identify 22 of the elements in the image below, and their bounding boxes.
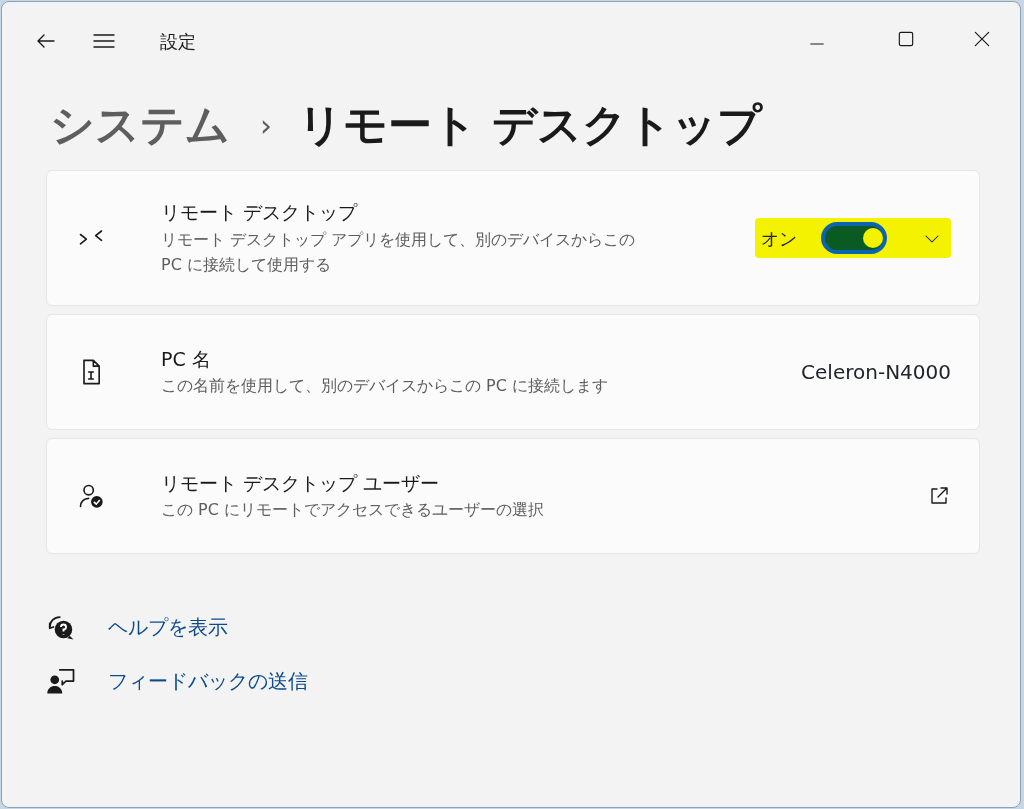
maximize-icon [896, 29, 916, 49]
user-check-icon [77, 482, 105, 510]
setting-card[interactable]: リモート デスクトップ ユーザー この PC にリモートでアクセスできるユーザーの選択 [46, 438, 980, 554]
pc-name-value: Celeron-N4000 [801, 359, 951, 386]
setting-title: リモート デスクトップ ユーザー [161, 470, 441, 496]
setting-card[interactable]: リモート デスクトップ リモート デスクトップ アプリを使用して、別のデバイスからこの PC に接続して使用する オン [46, 170, 980, 306]
setting-description: この名前を使用して、別のデバイスからこの PC に接続します [161, 375, 608, 398]
setting-title: リモート デスクトップ [161, 200, 359, 226]
breadcrumb-separator: › [260, 106, 272, 145]
minimize-icon [810, 42, 824, 45]
page-title: リモート デスクトップ [298, 98, 763, 152]
feedback-icon [46, 666, 76, 696]
setting-description: この PC にリモートでアクセスできるユーザーの選択 [161, 499, 544, 522]
toggle-state-label: オン [761, 226, 797, 251]
toggle-switch[interactable] [821, 222, 887, 254]
close-icon [972, 29, 992, 49]
setting-description: リモート デスクトップ アプリを使用して、別のデバイスからこの PC に接続して使用する [161, 228, 636, 277]
setting-title: PC 名 [161, 346, 212, 372]
help-link[interactable]: ヘルプを表示 [108, 612, 228, 642]
breadcrumb-link[interactable]: システム [50, 92, 230, 158]
feedback-link[interactable]: フィードバックの送信 [108, 666, 308, 696]
window-title: 設定 [160, 29, 196, 54]
